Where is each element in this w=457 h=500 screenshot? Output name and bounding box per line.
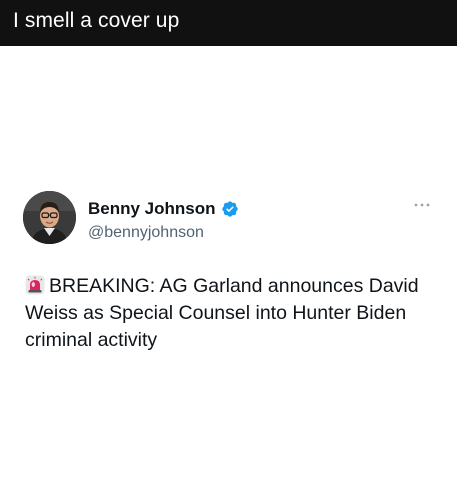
- tweet-card[interactable]: Benny Johnson @bennyjohnson BREAKING: AG…: [0, 46, 457, 500]
- author-name-row[interactable]: Benny Johnson: [88, 198, 239, 220]
- author-name[interactable]: Benny Johnson: [88, 198, 216, 220]
- author-handle[interactable]: @bennyjohnson: [88, 222, 204, 243]
- caption-bar: I smell a cover up: [0, 0, 457, 46]
- more-options-icon[interactable]: [413, 200, 431, 210]
- avatar[interactable]: [23, 191, 76, 244]
- avatar-photo-icon: [23, 191, 76, 244]
- tweet-text: BREAKING: AG Garland announces David Wei…: [25, 275, 419, 351]
- caption-text: I smell a cover up: [13, 9, 180, 32]
- tweet-body: BREAKING: AG Garland announces David Wei…: [25, 273, 445, 354]
- verified-badge-icon: [221, 201, 238, 217]
- police-siren-icon: [25, 275, 45, 295]
